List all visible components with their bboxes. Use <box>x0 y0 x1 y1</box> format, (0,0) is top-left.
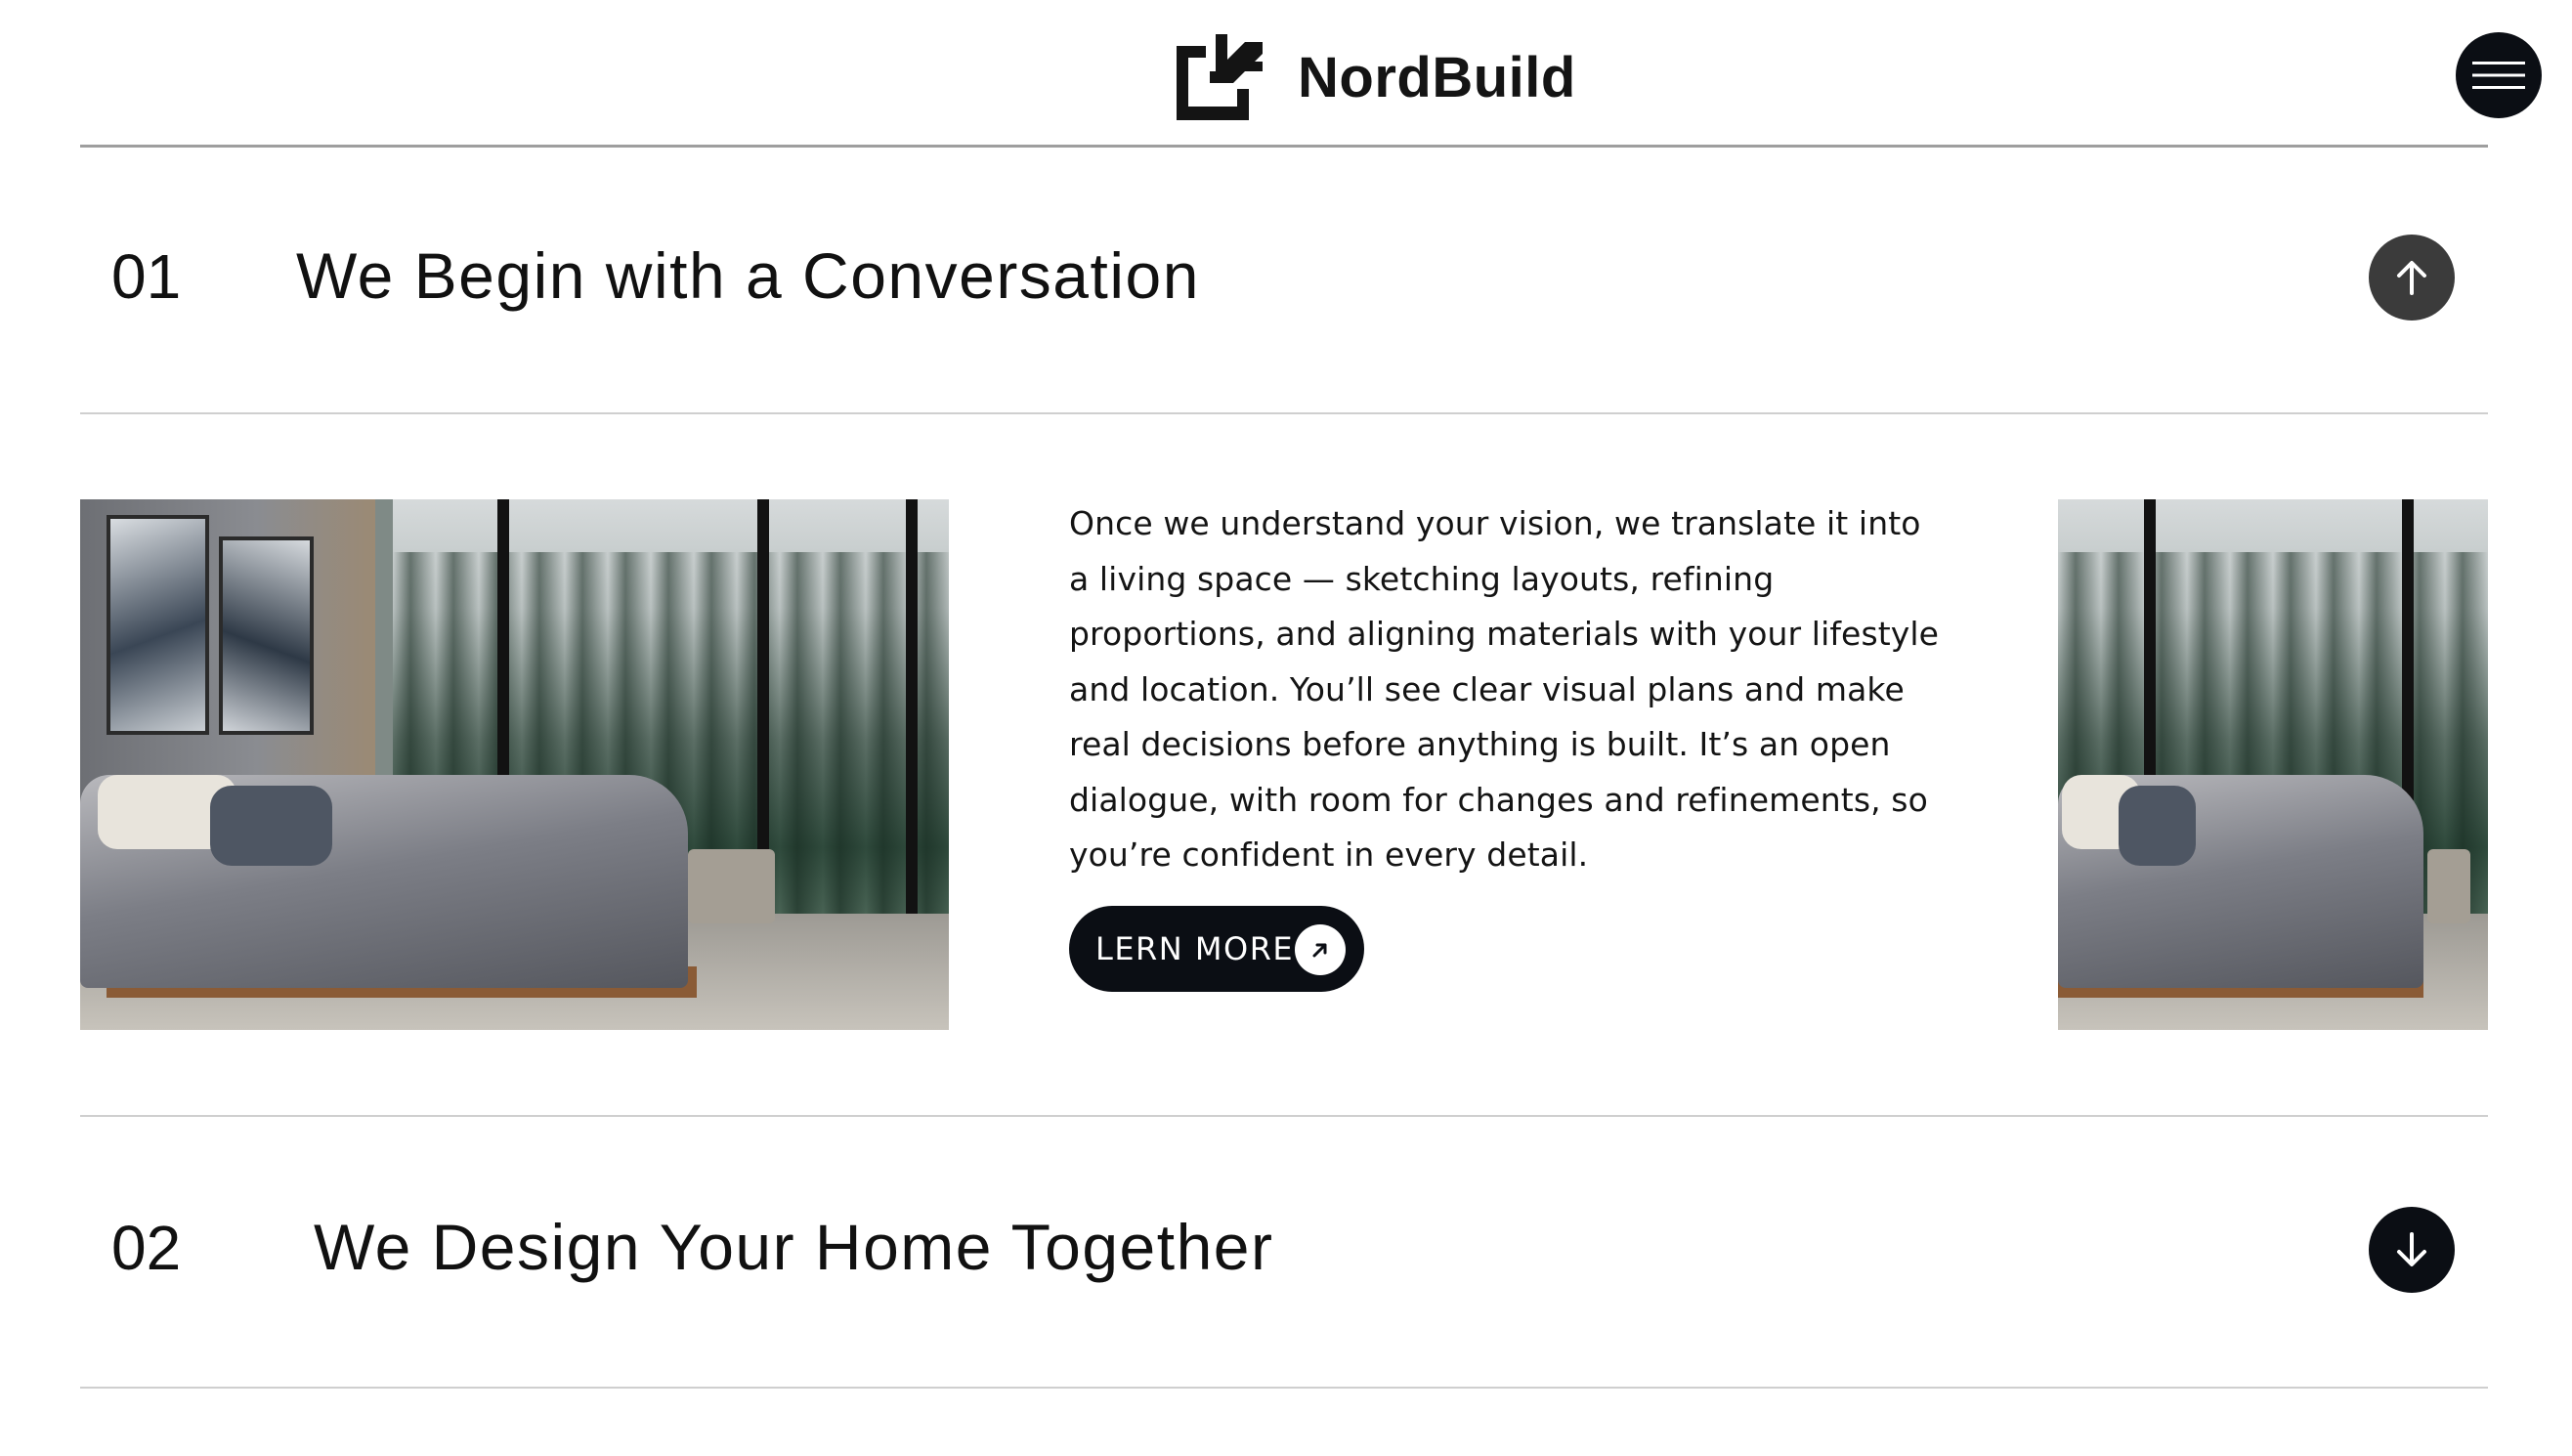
brand-name: NordBuild <box>1298 45 1576 109</box>
learn-more-button[interactable]: LERN MORE <box>1069 906 1364 992</box>
step-description: Once we understand your vision, we trans… <box>1069 504 1940 874</box>
learn-more-label: LERN MORE <box>1095 930 1295 967</box>
bedroom-photo <box>80 499 949 1030</box>
step-title[interactable]: We Design Your Home Together <box>314 1210 1273 1284</box>
step-title[interactable]: We Begin with a Conversation <box>296 238 1200 313</box>
nordbuild-logo-icon <box>1177 34 1263 120</box>
header-divider <box>80 145 2488 148</box>
bedroom-photo-secondary <box>2058 499 2488 1030</box>
arrow-up-right-icon <box>1295 924 1346 975</box>
site-header: NordBuild <box>0 0 2572 148</box>
expand-step-button[interactable] <box>2369 1207 2455 1293</box>
brand-link[interactable]: NordBuild <box>1177 33 1576 121</box>
step-number: 01 <box>111 241 182 312</box>
menu-button[interactable] <box>2456 32 2542 118</box>
hamburger-menu-icon <box>2472 62 2525 89</box>
arrow-up-icon <box>2397 261 2426 295</box>
divider <box>80 412 2488 414</box>
divider <box>80 1387 2488 1389</box>
arrow-down-icon <box>2397 1232 2426 1266</box>
divider <box>80 1115 2488 1117</box>
collapse-step-button[interactable] <box>2369 235 2455 321</box>
step-number: 02 <box>111 1213 182 1283</box>
